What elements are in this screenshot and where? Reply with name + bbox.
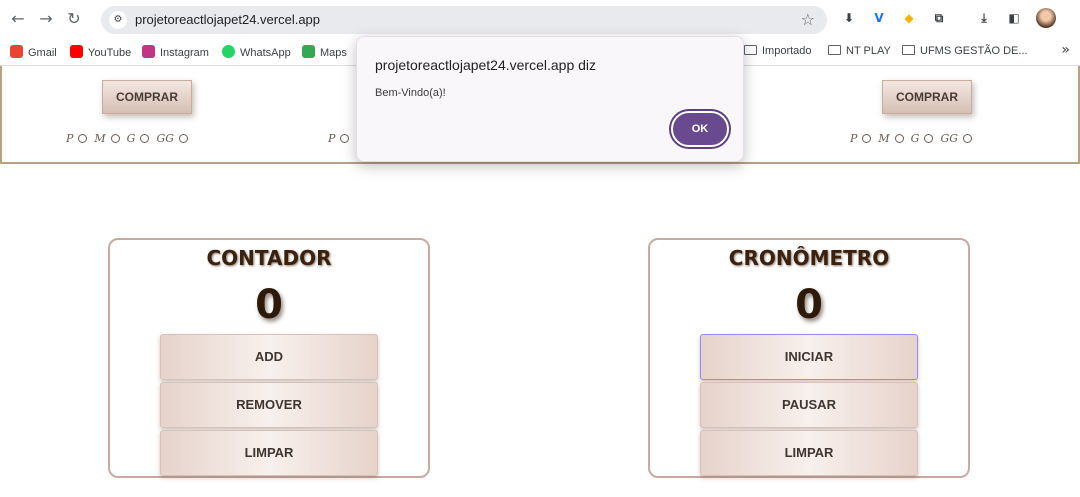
downloads-icon[interactable]: ⤓ xyxy=(975,9,993,27)
size-options: P M G GG xyxy=(66,132,195,145)
counter-card: CONTADOR 0 ADD REMOVER LIMPAR xyxy=(108,238,430,478)
folder-icon xyxy=(828,45,841,55)
clear-counter-button[interactable]: LIMPAR xyxy=(160,430,378,476)
bookmark-whatsapp[interactable]: WhatsApp xyxy=(222,45,291,61)
side-panel-icon[interactable]: ◧ xyxy=(1005,9,1023,27)
back-arrow-icon[interactable]: ← xyxy=(8,9,28,29)
remove-button[interactable]: REMOVER xyxy=(160,382,378,428)
size-radio[interactable] xyxy=(924,134,934,143)
browser-toolbar: ← → ↻ ⚙ projetoreactlojapet24.vercel.app… xyxy=(0,0,1080,38)
profile-avatar[interactable] xyxy=(1036,8,1056,28)
bookmark-folder-importado[interactable]: Importado xyxy=(744,45,812,61)
maps-icon xyxy=(302,45,315,58)
counter-value: 0 xyxy=(255,282,283,328)
stopwatch-card: CRONÔMETRO 0 INICIAR PAUSAR LIMPAR xyxy=(648,238,970,478)
size-radio[interactable] xyxy=(140,134,150,143)
dialog-title: projetoreactlojapet24.vercel.app diz xyxy=(375,57,597,73)
size-radio[interactable] xyxy=(78,134,88,143)
bookmark-maps[interactable]: Maps xyxy=(302,45,347,61)
folder-icon xyxy=(902,45,915,55)
bookmark-gmail[interactable]: Gmail xyxy=(10,45,57,61)
size-radio[interactable] xyxy=(894,134,904,143)
instagram-icon xyxy=(142,45,155,58)
address-bar[interactable]: ⚙ projetoreactlojapet24.vercel.app ☆ xyxy=(101,6,827,34)
pause-button[interactable]: PAUSAR xyxy=(700,382,918,428)
bookmark-instagram[interactable]: Instagram xyxy=(142,45,209,61)
add-button[interactable]: ADD xyxy=(160,334,378,380)
bookmark-star-icon[interactable]: ☆ xyxy=(801,10,815,29)
clear-stopwatch-button[interactable]: LIMPAR xyxy=(700,430,918,476)
ok-button[interactable]: OK xyxy=(671,111,729,147)
buy-button[interactable]: COMPRAR xyxy=(882,80,972,114)
size-radio[interactable] xyxy=(179,134,189,143)
site-info-icon[interactable]: ⚙ xyxy=(109,11,127,29)
bookmark-folder-ufms[interactable]: UFMS GESTÃO DE... xyxy=(902,45,1028,61)
forward-arrow-icon[interactable]: → xyxy=(36,9,56,29)
size-radio[interactable] xyxy=(963,134,973,143)
start-button[interactable]: INICIAR xyxy=(700,334,918,380)
more-bookmarks-icon[interactable]: » xyxy=(1061,42,1070,58)
alert-dialog: projetoreactlojapet24.vercel.app diz Bem… xyxy=(356,36,744,162)
whatsapp-icon xyxy=(222,45,235,58)
size-options: P xyxy=(328,132,356,145)
size-radio[interactable] xyxy=(340,134,350,143)
size-radio[interactable] xyxy=(110,134,120,143)
size-radio[interactable] xyxy=(862,134,872,143)
youtube-icon xyxy=(70,45,83,58)
buy-button[interactable]: COMPRAR xyxy=(102,80,192,114)
stopwatch-title: CRONÔMETRO xyxy=(728,246,890,270)
bookmark-youtube[interactable]: YouTube xyxy=(70,45,131,61)
extension-download-icon[interactable]: ⬇ xyxy=(840,9,858,27)
size-options: P M G GG xyxy=(850,132,979,145)
gmail-icon xyxy=(10,45,23,58)
reload-icon[interactable]: ↻ xyxy=(64,9,84,29)
extensions-puzzle-icon[interactable]: ⧉ xyxy=(930,9,948,27)
dialog-message: Bem-Vindo(a)! xyxy=(375,87,446,99)
extension-shield-icon[interactable]: ◆ xyxy=(900,9,918,27)
bookmark-folder-nt-play[interactable]: NT PLAY xyxy=(828,45,891,61)
stopwatch-value: 0 xyxy=(795,282,823,328)
counter-title: CONTADOR xyxy=(206,246,332,270)
address-bar-url[interactable]: projetoreactlojapet24.vercel.app xyxy=(135,12,320,27)
folder-icon xyxy=(744,45,757,55)
extension-v-icon[interactable]: V xyxy=(870,9,888,27)
